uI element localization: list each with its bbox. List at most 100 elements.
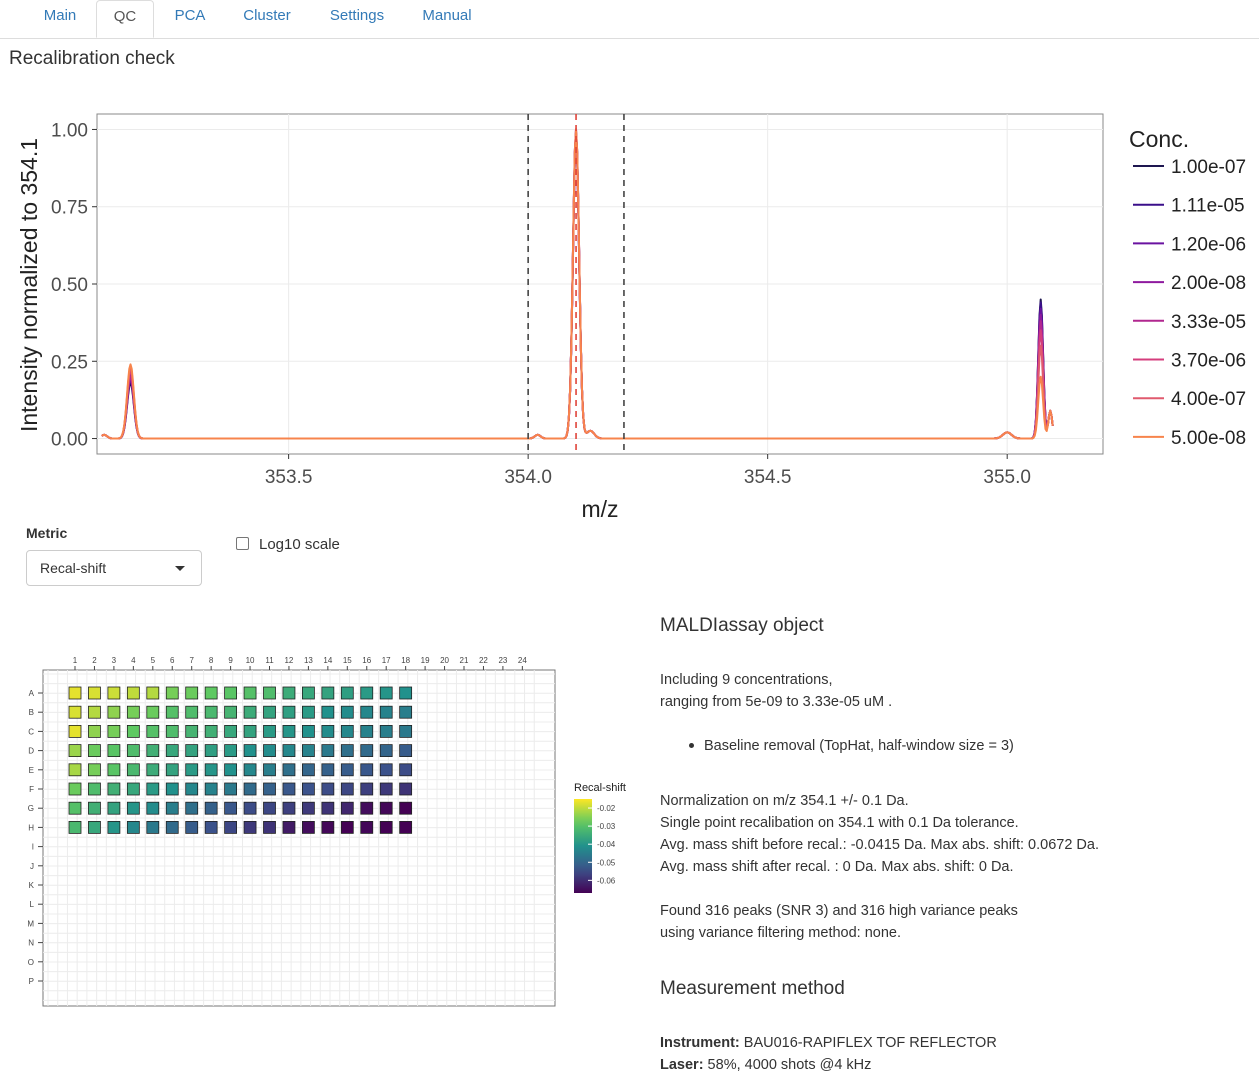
well-H18 (399, 820, 413, 834)
well-B12 (282, 705, 296, 719)
column-label: 21 (460, 656, 469, 665)
y-axis-label: Intensity normalized to 354.1 (16, 138, 42, 432)
colorbar-tick-label: -0.06 (597, 876, 616, 885)
tab-qc[interactable]: QC (96, 0, 154, 38)
well-C11 (263, 725, 276, 738)
column-label: 13 (304, 656, 313, 665)
tab-main[interactable]: Main (28, 0, 92, 38)
well-F7 (185, 782, 199, 796)
well-B5 (146, 705, 160, 719)
well-H4 (126, 820, 140, 834)
well-B17 (379, 705, 393, 719)
well-E16 (360, 763, 374, 777)
well-D16 (360, 744, 374, 757)
row-label: M (27, 919, 34, 928)
well-A3 (107, 686, 121, 700)
row-label: G (28, 804, 34, 813)
well-D7 (185, 744, 199, 757)
tab-manual[interactable]: Manual (408, 0, 486, 38)
well-E9 (224, 763, 238, 777)
well-C13 (301, 725, 315, 738)
row-label: P (29, 977, 34, 986)
well-C7 (185, 725, 199, 738)
well-F8 (204, 782, 218, 796)
tab-cluster[interactable]: Cluster (228, 0, 306, 38)
laser-label: Laser: (660, 1057, 704, 1073)
well-F4 (126, 782, 140, 796)
well-G13 (301, 801, 315, 815)
column-label: 14 (323, 656, 332, 665)
well-H10 (243, 820, 257, 834)
well-B15 (340, 705, 354, 719)
column-label: 4 (131, 656, 136, 665)
well-G6 (165, 801, 179, 815)
well-G15 (340, 801, 354, 815)
well-G8 (204, 801, 218, 815)
well-H8 (204, 820, 218, 834)
well-G5 (146, 801, 160, 815)
tab-pca[interactable]: PCA (160, 0, 220, 38)
well-G3 (107, 801, 121, 815)
metric-select[interactable]: Recal-shift (26, 550, 202, 586)
column-label: 20 (440, 656, 449, 665)
well-B13 (301, 705, 315, 719)
well-D12 (282, 744, 296, 757)
well-F1 (68, 782, 82, 796)
column-label: 24 (518, 656, 527, 665)
legend-label: 1.00e-07 (1171, 157, 1246, 178)
instrument-label: Instrument: (660, 1035, 740, 1051)
well-B2 (88, 705, 101, 719)
well-D9 (224, 744, 238, 757)
well-A4 (126, 686, 140, 700)
chevron-down-icon[interactable] (175, 566, 185, 571)
tab-bar: Main QC PCA Cluster Settings Manual (0, 0, 1259, 39)
row-label: F (29, 785, 34, 794)
info-line-1: Including 9 concentrations, (660, 672, 833, 688)
well-A18 (399, 686, 413, 700)
x-tick-label: 354.0 (504, 467, 552, 488)
info-line-5: Avg. mass shift before recal.: -0.0415 D… (660, 837, 1099, 853)
column-label: 19 (421, 656, 430, 665)
well-A12 (282, 686, 296, 700)
colorbar (574, 799, 592, 893)
column-label: 11 (265, 656, 274, 665)
row-label: J (30, 862, 34, 871)
laser-line: Laser: 58%, 4000 shots @4 kHz (660, 1057, 871, 1073)
well-E2 (88, 763, 101, 777)
well-E11 (263, 763, 276, 777)
well-A10 (243, 686, 257, 700)
well-C8 (204, 725, 218, 738)
well-G16 (360, 801, 374, 815)
well-D6 (165, 744, 179, 757)
well-A6 (165, 686, 179, 700)
log10-checkbox[interactable] (236, 537, 249, 550)
column-label: 5 (151, 656, 156, 665)
well-D17 (379, 744, 393, 757)
info-heading: MALDIassay object (660, 615, 824, 636)
column-label: 6 (170, 656, 175, 665)
tab-settings[interactable]: Settings (316, 0, 398, 38)
well-H11 (263, 820, 276, 834)
log10-checkbox-label[interactable]: Log10 scale (259, 536, 340, 553)
row-label: B (29, 708, 34, 717)
well-A8 (204, 686, 218, 700)
y-tick-label: 0.25 (51, 352, 88, 373)
well-A7 (185, 686, 199, 700)
row-label: A (29, 689, 35, 698)
metric-label: Metric (26, 525, 68, 541)
x-tick-label: 355.0 (983, 467, 1031, 488)
well-F3 (107, 782, 121, 796)
column-label: 23 (498, 656, 507, 665)
row-label: I (32, 843, 34, 852)
column-label: 15 (343, 656, 352, 665)
well-H17 (379, 820, 393, 834)
well-G14 (321, 801, 335, 815)
well-C17 (379, 725, 393, 738)
column-label: 3 (112, 656, 117, 665)
well-E15 (340, 763, 354, 777)
column-label: 8 (209, 656, 214, 665)
column-label: 16 (362, 656, 371, 665)
well-G2 (88, 801, 101, 815)
well-C15 (340, 725, 354, 738)
row-label: K (29, 881, 35, 890)
